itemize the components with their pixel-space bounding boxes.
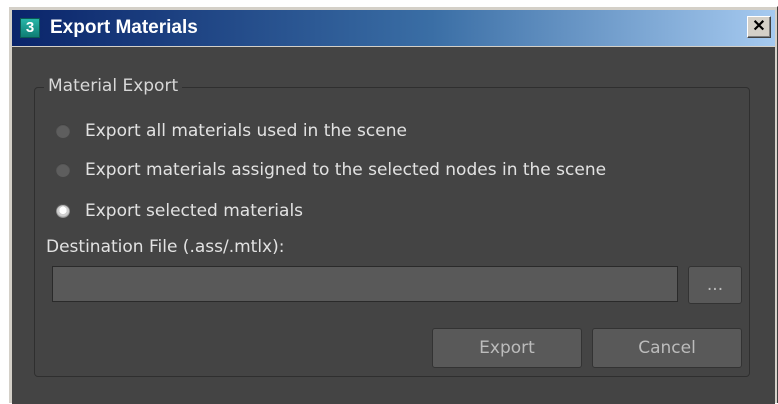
option-label: Export materials assigned to the selecte… [85,160,607,180]
window-title: Export Materials [50,17,198,38]
destination-file-label: Destination File (.ass/.mtlx): [46,237,285,257]
close-icon: ✕ [752,18,766,35]
radio-button[interactable] [56,124,70,138]
browse-button[interactable]: ... [688,266,742,304]
radio-button-checked[interactable] [56,204,70,218]
option-selected-nodes[interactable]: Export materials assigned to the selecte… [56,160,606,180]
close-button[interactable]: ✕ [747,16,771,38]
export-materials-dialog: 3 Export Materials ✕ Material Export Exp… [8,6,778,404]
cancel-button[interactable]: Cancel [592,328,742,368]
option-all-materials[interactable]: Export all materials used in the scene [56,121,407,141]
option-label: Export selected materials [85,201,304,221]
dialog-content: Material Export Export all materials use… [12,47,775,404]
destination-file-input[interactable] [52,266,678,302]
option-label: Export all materials used in the scene [85,121,407,141]
app-icon: 3 [20,18,40,38]
group-title: Material Export [44,76,183,96]
title-bar[interactable]: 3 Export Materials ✕ [12,10,775,46]
option-selected-materials[interactable]: Export selected materials [56,201,303,221]
export-button[interactable]: Export [432,328,582,368]
radio-button[interactable] [56,163,70,177]
